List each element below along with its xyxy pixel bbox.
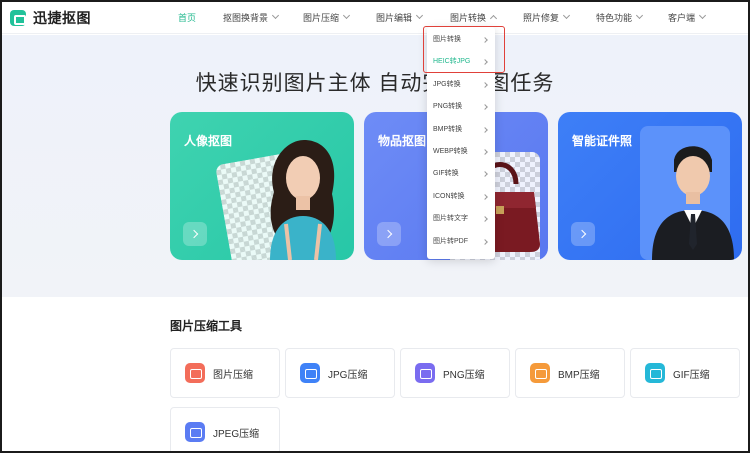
chevron-down-icon [562, 11, 571, 20]
dropdown-item-bmp-convert[interactable]: BMP转换 [427, 119, 495, 141]
chevron-right-icon [482, 171, 488, 177]
logo-icon [10, 10, 26, 26]
png-icon [415, 363, 435, 383]
tool-jpeg-compress[interactable]: JPEG压缩 [170, 407, 280, 453]
bmp-icon [530, 363, 550, 383]
nav-item-matting[interactable]: 抠图换背景 [223, 11, 280, 24]
arrow-right-icon[interactable] [571, 222, 595, 246]
chevron-right-icon [482, 127, 488, 133]
arrow-right-icon[interactable] [183, 222, 207, 246]
gif-icon [645, 363, 665, 383]
nav-item-repair[interactable]: 照片修复 [523, 11, 571, 24]
chevron-right-icon [482, 149, 488, 155]
chevron-down-icon [635, 11, 644, 20]
card-id-photo[interactable]: 智能证件照 [558, 112, 742, 260]
nav-item-home[interactable]: 首页 [178, 11, 196, 24]
nav-item-convert[interactable]: 图片转换 [450, 11, 498, 24]
tool-bmp-compress[interactable]: BMP压缩 [515, 348, 625, 398]
logo[interactable]: 迅捷抠图 [10, 8, 91, 28]
card-portrait-matting[interactable]: 人像抠图 [170, 112, 354, 260]
chevron-down-icon [415, 11, 424, 20]
chevron-down-icon [698, 11, 707, 20]
card-title: 物品抠图 [378, 134, 427, 148]
chevron-right-icon [482, 239, 488, 245]
jpeg-icon [185, 422, 205, 442]
chevron-right-icon [482, 104, 488, 110]
chevron-right-icon [482, 194, 488, 200]
chevron-down-icon [271, 11, 280, 20]
tool-gif-compress[interactable]: GIF压缩 [630, 348, 740, 398]
card-title: 智能证件照 [572, 134, 633, 148]
nav-item-compress[interactable]: 图片压缩 [303, 11, 351, 24]
nav-item-client[interactable]: 客户端 [668, 11, 707, 24]
chevron-right-icon [482, 216, 488, 222]
chevron-right-icon [482, 82, 488, 88]
app-name: 迅捷抠图 [33, 10, 91, 26]
nav-item-features[interactable]: 特色功能 [596, 11, 644, 24]
section-title: 图片压缩工具 [170, 319, 243, 333]
nav-item-edit[interactable]: 图片编辑 [376, 11, 424, 24]
tool-image-compress[interactable]: 图片压缩 [170, 348, 280, 398]
dropdown-item-image-to-pdf[interactable]: 图片转PDF [427, 231, 495, 253]
tool-jpg-compress[interactable]: JPG压缩 [285, 348, 395, 398]
chevron-up-icon [489, 14, 498, 23]
dropdown-item-gif-convert[interactable]: GIF转换 [427, 163, 495, 185]
arrow-right-icon[interactable] [377, 222, 401, 246]
id-photo-image [652, 146, 734, 260]
jpg-icon [300, 363, 320, 383]
hero-title: 快速识别图片主体 自动完成抠图任务 [195, 72, 555, 95]
dropdown-item-webp-convert[interactable]: WEBP转换 [427, 141, 495, 163]
highlight-annotation-box [423, 26, 505, 73]
top-nav: 迅捷抠图 首页 抠图换背景 图片压缩 图片编辑 图片转换 照片修复 特色功能 客… [0, 0, 750, 34]
tool-png-compress[interactable]: PNG压缩 [400, 348, 510, 398]
dropdown-item-image-to-text[interactable]: 图片转文字 [427, 208, 495, 230]
image-compress-icon [185, 363, 205, 383]
dropdown-item-jpg-convert[interactable]: JPG转换 [427, 74, 495, 96]
dropdown-item-png-convert[interactable]: PNG转换 [427, 96, 495, 118]
chevron-down-icon [342, 11, 351, 20]
portrait-image [270, 140, 336, 260]
dropdown-item-icon-convert[interactable]: ICON转换 [427, 186, 495, 208]
card-title: 人像抠图 [184, 134, 233, 148]
